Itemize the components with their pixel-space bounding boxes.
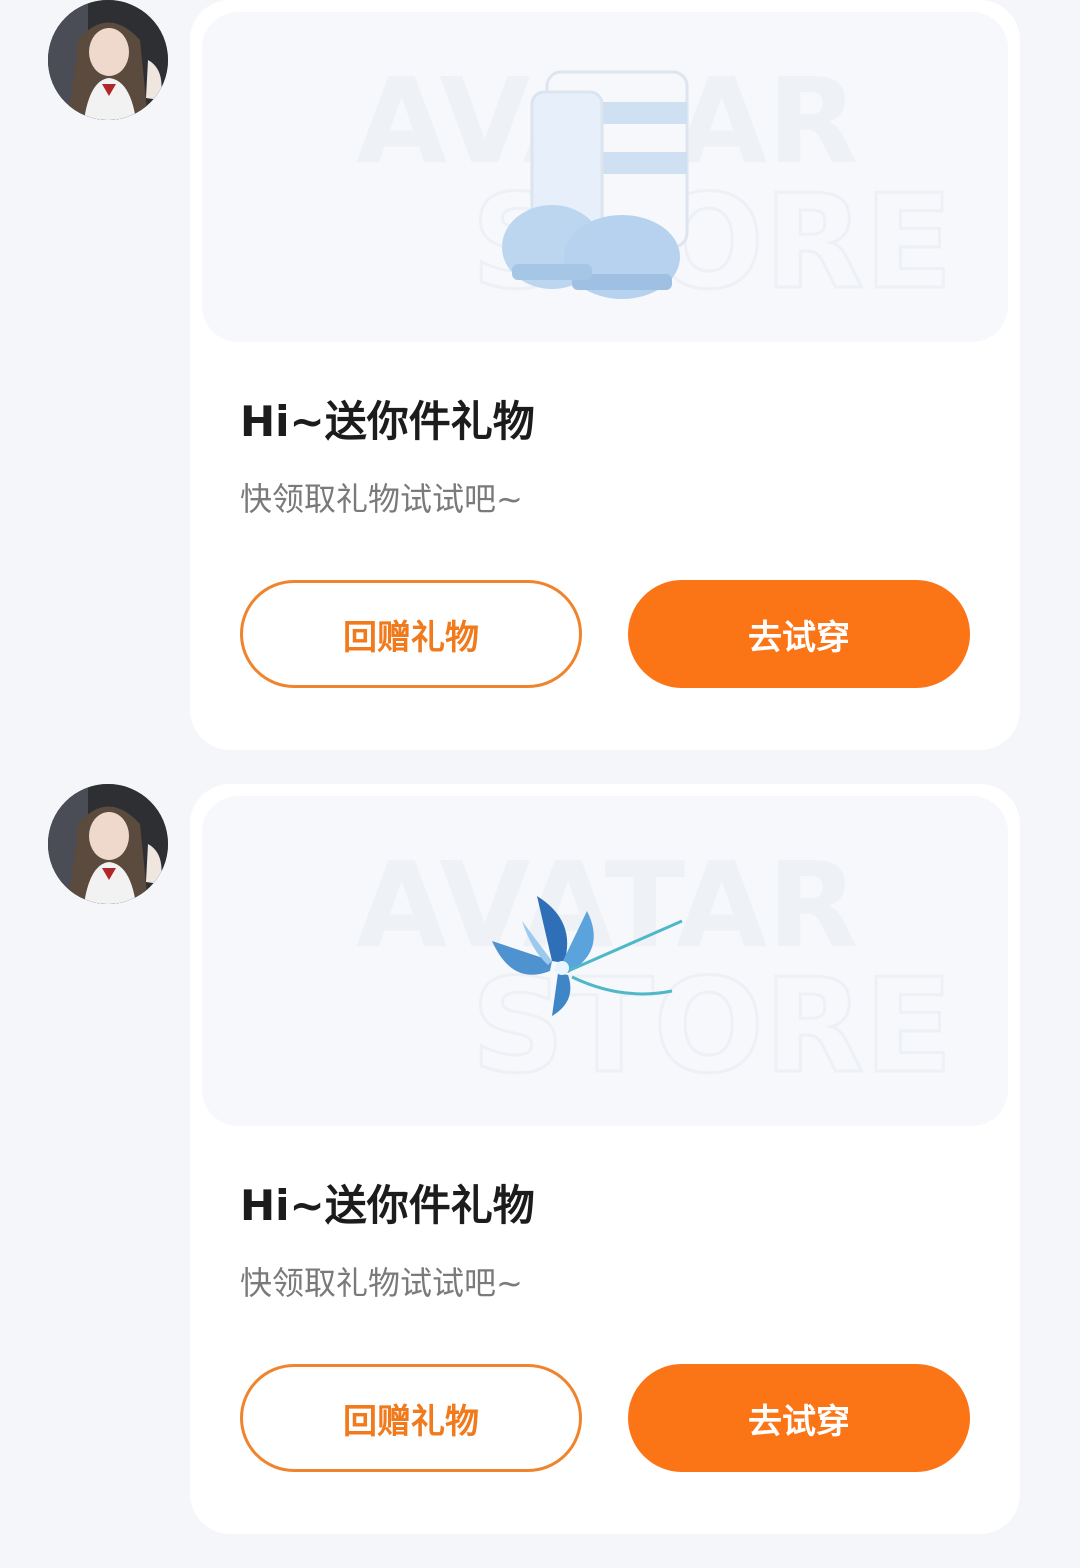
try-on-button[interactable]: 去试穿 [628,580,970,688]
return-gift-button[interactable]: 回赠礼物 [240,580,582,688]
gift-card: AVATAR STORE Hi~送你件礼物 快领取礼物试试吧~ 回赠礼物 去试穿 [190,784,1020,1534]
gift-card: AVATAR STORE Hi~送你件礼物 快领取礼物试试吧~ 回赠礼物 去试穿 [190,0,1020,750]
butterfly-item-image [492,896,683,1016]
gift-title: Hi~送你件礼物 [240,1181,535,1230]
boots-item-image [502,70,689,299]
try-on-button[interactable]: 去试穿 [628,1364,970,1472]
gift-preview[interactable]: AVATAR STORE [202,796,1008,1126]
gift-title: Hi~送你件礼物 [240,397,535,446]
gift-subtitle: 快领取礼物试试吧~ [240,1264,523,1302]
gift-preview[interactable]: AVATAR STORE [202,12,1008,342]
sender-avatar[interactable] [48,784,168,904]
sender-avatar[interactable] [48,0,168,120]
gift-subtitle: 快领取礼物试试吧~ [240,480,523,518]
return-gift-button[interactable]: 回赠礼物 [240,1364,582,1472]
